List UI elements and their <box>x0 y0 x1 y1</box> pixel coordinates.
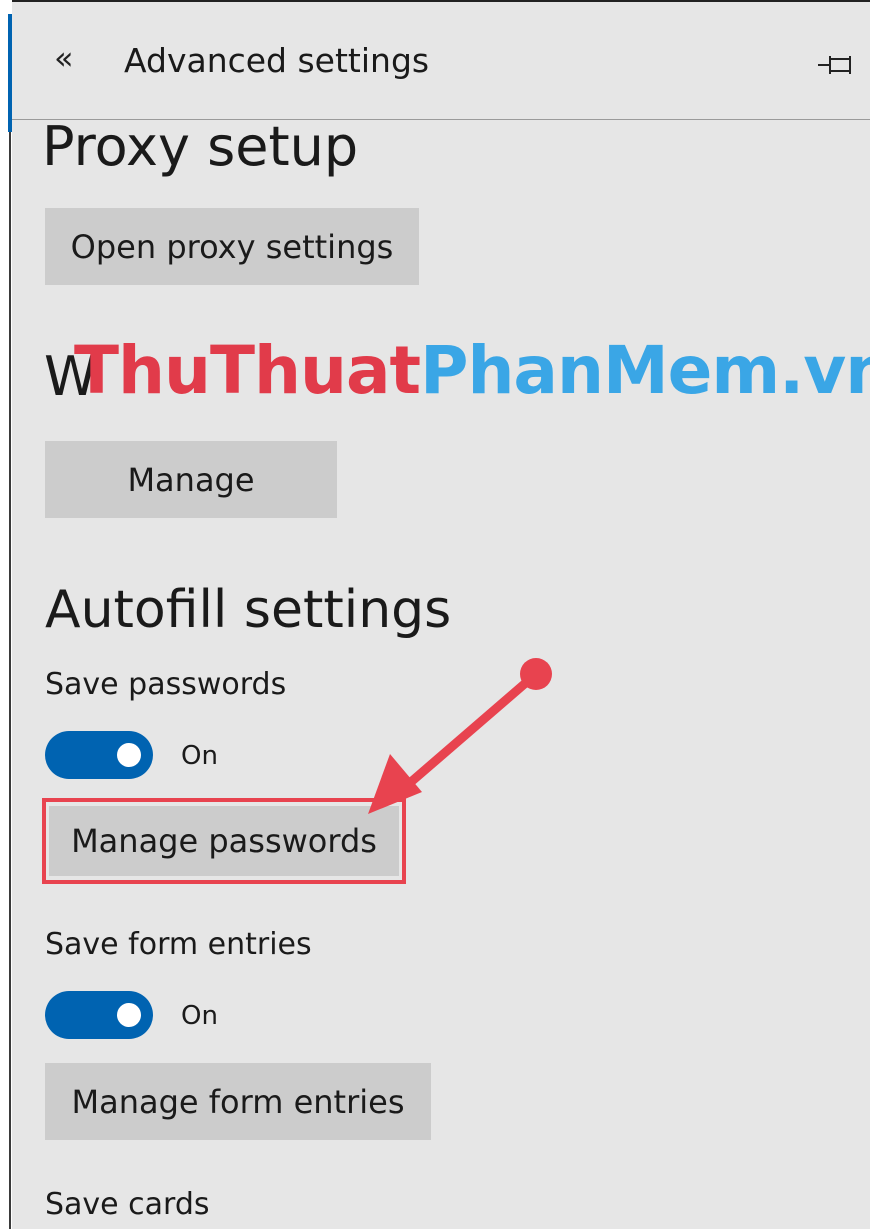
save-passwords-state: On <box>181 741 218 771</box>
save-form-entries-state: On <box>181 1001 218 1031</box>
annotation-highlight-box <box>42 798 406 884</box>
autofill-settings-heading: Autofill settings <box>45 580 452 640</box>
save-form-entries-label: Save form entries <box>45 927 312 962</box>
panel-title: Advanced settings <box>124 41 430 80</box>
window-left-edge <box>0 0 12 1229</box>
save-cards-label: Save cards <box>45 1187 210 1222</box>
pin-icon[interactable] <box>816 52 858 78</box>
manage-website-permissions-button[interactable]: Manage <box>45 441 337 518</box>
toggle-knob <box>117 1003 141 1027</box>
back-chevron-icon[interactable]: « <box>54 42 74 74</box>
open-proxy-settings-button[interactable]: Open proxy settings <box>45 208 419 285</box>
manage-form-entries-button[interactable]: Manage form entries <box>45 1063 431 1140</box>
toggle-knob <box>117 743 141 767</box>
advanced-settings-panel: « Advanced settings Proxy setup Open pro… <box>12 0 870 1229</box>
left-border-line <box>9 132 11 1229</box>
proxy-setup-heading: Proxy setup <box>42 115 359 178</box>
save-passwords-toggle[interactable] <box>45 731 153 779</box>
save-passwords-label: Save passwords <box>45 667 287 702</box>
save-form-entries-toggle[interactable] <box>45 991 153 1039</box>
watermark: ThuThuatPhanMem.vn <box>74 338 870 404</box>
watermark-part-1: ThuThuat <box>74 332 421 409</box>
panel-header: « Advanced settings <box>12 2 870 120</box>
watermark-part-2: PhanMem.vn <box>420 332 870 409</box>
